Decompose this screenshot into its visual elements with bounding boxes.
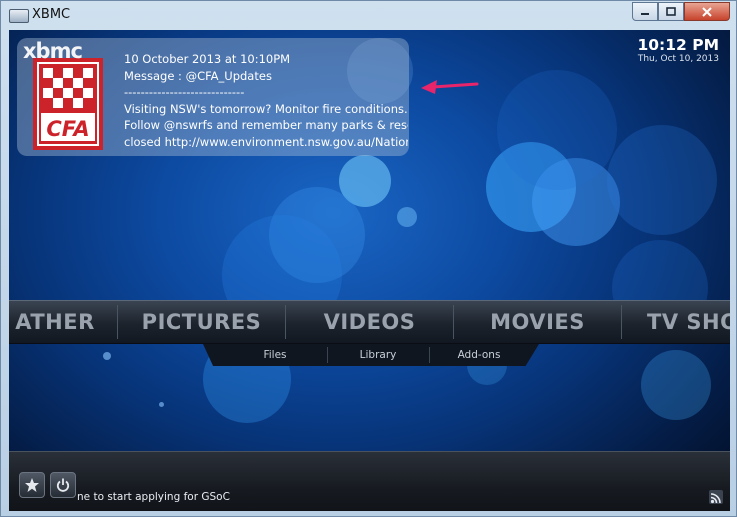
notification-text-line: closed http://www.environment.nsw.gov.au… [124,134,408,149]
notification-divider: ----------------------------- [124,85,245,100]
menu-item-weather[interactable]: ATHER [9,301,115,343]
menu-item-videos[interactable]: VIDEOS [287,301,452,343]
submenu-item-files[interactable]: Files [223,344,327,366]
xbmc-app-icon [9,9,29,23]
maximize-icon [666,7,676,16]
menu-item-pictures[interactable]: PICTURES [119,301,284,343]
submenu-item-add-ons[interactable]: Add-ons [430,344,528,366]
clock-date: Thu, Oct 10, 2013 [637,54,719,64]
notification-message: 10 October 2013 at 10:10PM Message : @CF… [124,51,408,151]
maximize-button[interactable] [658,2,684,21]
window-title: XBMC [32,7,71,22]
cfa-logo-text: CFA [46,117,89,141]
cfa-icon: CFA [33,58,103,150]
title-bar[interactable]: XBMC [1,1,736,30]
videos-submenu: Files Library Add-ons [203,344,539,366]
bokeh-light [497,70,617,190]
notification-text-line: Visiting NSW's tomorrow? Monitor fire co… [124,101,408,116]
notification-sender: Message : @CFA_Updates [124,68,272,83]
menu-divider [453,305,454,339]
menu-item-movies[interactable]: MOVIES [455,301,620,343]
bokeh-light [103,352,111,360]
notification-date: 10 October 2013 at 10:10PM [124,52,291,66]
rss-ticker[interactable]: ne to start applying for GSoC [77,491,230,503]
xbmc-home-screen: CFA 10 October 2013 at 10:10PM Message :… [9,30,730,511]
bokeh-light [159,402,164,407]
menu-divider [621,305,622,339]
close-icon [702,6,712,17]
window-controls [632,2,730,22]
submenu-item-library[interactable]: Library [328,344,428,366]
xbmc-window: XBMC CFA 10 October 2013 at 10:10PM Mess… [0,0,737,517]
menu-divider [117,305,118,339]
power-button[interactable] [50,472,76,498]
footer-bar: ne to start applying for GSoC [9,451,730,511]
close-button[interactable] [684,2,730,21]
minimize-icon [641,12,649,15]
annotation-arrow-icon [421,80,479,94]
clock-time: 10:12 PM [637,36,719,54]
xbmc-logo: xbmc [23,39,83,63]
bokeh-light [607,125,717,235]
menu-divider [285,305,286,339]
star-icon [25,478,39,492]
bokeh-light [397,207,417,227]
notification-text-line: Follow @nswrfs and remember many parks &… [124,118,408,133]
rss-icon [710,493,721,504]
menu-item-tv-shows[interactable]: TV SHO [623,301,730,343]
main-menu: ATHER PICTURES VIDEOS MOVIES TV SHO [9,300,730,344]
minimize-button[interactable] [632,2,658,21]
favourites-button[interactable] [19,472,45,498]
bokeh-light [641,350,711,420]
rss-button[interactable] [709,490,723,504]
power-icon [56,478,70,492]
